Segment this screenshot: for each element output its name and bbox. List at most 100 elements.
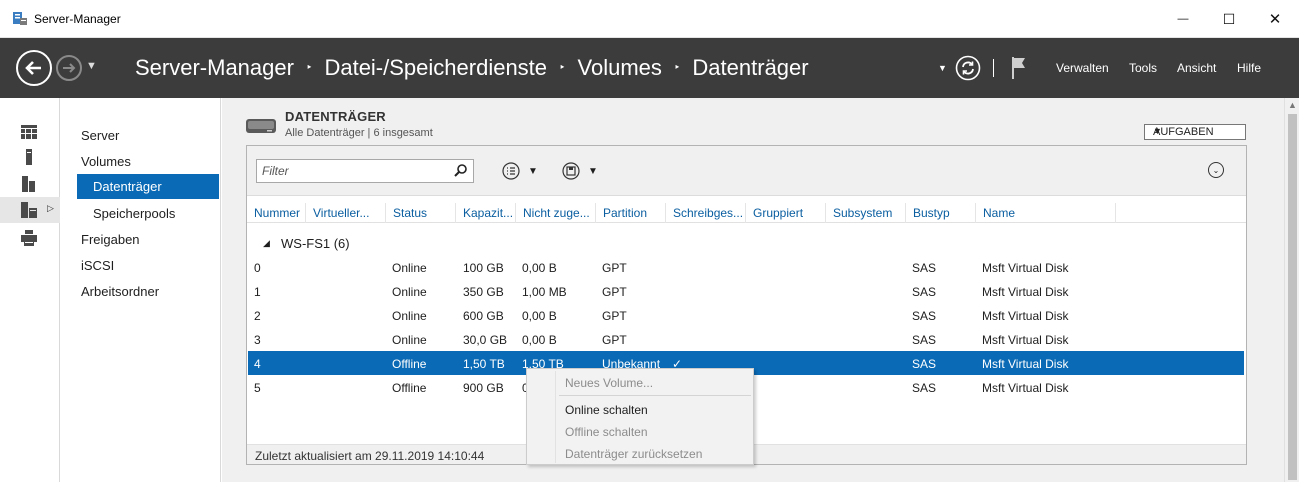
cell-capacity: 900 GB [463, 381, 504, 395]
cell-status: Online [392, 309, 427, 323]
cell-name: Msft Virtual Disk [982, 309, 1069, 323]
vertical-scrollbar[interactable]: ▲ [1284, 98, 1299, 482]
cell-number: 3 [254, 333, 261, 347]
history-dropdown-icon[interactable]: ▼ [86, 60, 97, 72]
context-menu: Neues Volume... Online schalten Offline … [526, 368, 754, 465]
cell-unallocated: 0,00 B [522, 333, 557, 347]
chevron-down-icon: ▼ [1153, 126, 1162, 136]
local-server-icon [26, 149, 32, 165]
breadcrumb: Server-Manager ‣ Datei-/Speicherdienste … [135, 55, 809, 81]
refresh-icon[interactable] [955, 55, 981, 81]
chevron-down-icon: ▼ [528, 165, 538, 177]
column-header-partition[interactable]: Partition [596, 203, 666, 223]
column-header-unallocated[interactable]: Nicht zuge... [516, 203, 596, 223]
cell-bustype: SAS [912, 381, 937, 395]
expand-arrow-icon: ▷ [47, 203, 54, 213]
tasks-dropdown-button[interactable]: AUFGABEN ▼ [1144, 124, 1246, 140]
filter-input[interactable] [262, 164, 452, 178]
cell-status: Online [392, 333, 427, 347]
cell-status: Offline [392, 381, 427, 395]
forward-icon [63, 63, 76, 73]
nav-item-disks-label: Datenträger [93, 179, 162, 194]
column-header-status[interactable]: Status [386, 203, 456, 223]
minimize-button[interactable]: — [1160, 0, 1206, 38]
nav-item-disks[interactable]: Datenträger [77, 174, 219, 199]
column-header-capacity[interactable]: Kapazit... [456, 203, 516, 223]
close-button[interactable]: ✕ [1252, 0, 1298, 38]
chevron-down-icon: ⌄ [1212, 165, 1220, 175]
cell-status: Offline [392, 357, 427, 371]
column-header-readonly[interactable]: Schreibges... [666, 203, 746, 223]
back-icon [25, 61, 41, 75]
nav-item-shares[interactable]: Freigaben [81, 232, 140, 247]
title-bar: Server-Manager — ☐ ✕ [0, 0, 1299, 38]
breadcrumb-item-server-manager[interactable]: Server-Manager [135, 55, 294, 81]
nav-item-storage-pools[interactable]: Speicherpools [93, 206, 175, 221]
menu-item-bring-online[interactable]: Online schalten [565, 403, 648, 417]
table-row[interactable]: 0 Online 100 GB 0,00 B GPT SAS Msft Virt… [248, 255, 1244, 279]
collapse-triangle-icon: ◢ [263, 238, 270, 248]
column-header-clustered[interactable]: Gruppiert [746, 203, 826, 223]
cell-bustype: SAS [912, 261, 937, 275]
column-header-name[interactable]: Name [976, 203, 1116, 223]
icon-rail: ▷ [0, 98, 60, 482]
rail-item-dashboard[interactable] [0, 119, 60, 145]
cell-unallocated: 0,00 B [522, 261, 557, 275]
back-button[interactable] [16, 50, 52, 86]
rail-item-local-server[interactable] [0, 144, 60, 170]
nav-item-server[interactable]: Server [81, 128, 119, 143]
header-icons: ▼ [938, 54, 1028, 82]
breadcrumb-item-volumes[interactable]: Volumes [578, 55, 662, 81]
nav-item-iscsi[interactable]: iSCSI [81, 258, 114, 273]
scrollbar-thumb[interactable] [1288, 114, 1297, 480]
table-row[interactable]: 3 Online 30,0 GB 0,00 B GPT SAS Msft Vir… [248, 327, 1244, 351]
menu-separator [559, 395, 751, 396]
filter-box[interactable] [256, 159, 474, 183]
flag-icon[interactable] [1010, 55, 1028, 81]
scroll-up-icon[interactable]: ▲ [1288, 100, 1297, 110]
tile-title: DATENTRÄGER [285, 109, 386, 124]
column-header-number[interactable]: Nummer [247, 203, 306, 223]
table-row[interactable]: 2 Online 600 GB 0,00 B GPT SAS Msft Virt… [248, 303, 1244, 327]
dashboard-icon [21, 125, 37, 139]
navigation-panel: Server Volumes Datenträger Speicherpools… [61, 98, 221, 482]
rail-item-print-services[interactable] [0, 225, 60, 251]
breadcrumb-item-file-storage[interactable]: Datei-/Speicherdienste [324, 55, 547, 81]
cell-capacity: 1,50 TB [463, 357, 505, 371]
expand-collapse-button[interactable]: ⌄ [1208, 162, 1224, 178]
cell-unallocated: 1,00 MB [522, 285, 567, 299]
cell-name: Msft Virtual Disk [982, 285, 1069, 299]
column-header-row: Nummer Virtueller... Status Kapazit... N… [247, 203, 1246, 223]
forward-button[interactable] [56, 55, 82, 81]
menu-item-new-volume[interactable]: Neues Volume... [565, 376, 653, 390]
column-header-subsystem[interactable]: Subsystem [826, 203, 906, 223]
window-title: Server-Manager [34, 12, 121, 26]
menu-item-take-offline[interactable]: Offline schalten [565, 425, 648, 439]
last-updated-text: Zuletzt aktualisiert am 29.11.2019 14:10… [255, 449, 485, 463]
maximize-button[interactable]: ☐ [1206, 0, 1252, 38]
save-query-button[interactable]: ▼ [562, 162, 598, 180]
menu-tools[interactable]: Tools [1129, 61, 1157, 75]
nav-item-work-folders[interactable]: Arbeitsordner [81, 284, 159, 299]
rail-item-all-servers[interactable] [0, 171, 60, 197]
table-row[interactable]: 1 Online 350 GB 1,00 MB GPT SAS Msft Vir… [248, 279, 1244, 303]
cell-name: Msft Virtual Disk [982, 261, 1069, 275]
rail-item-file-storage[interactable]: ▷ [0, 197, 60, 223]
server-manager-app-icon [13, 12, 27, 25]
menu-view[interactable]: Ansicht [1177, 61, 1216, 75]
breadcrumb-separator-icon: ‣ [305, 61, 313, 74]
menu-help[interactable]: Hilfe [1237, 61, 1261, 75]
refresh-dropdown-icon[interactable]: ▼ [938, 63, 947, 73]
cell-number: 2 [254, 309, 261, 323]
column-header-bustype[interactable]: Bustyp [906, 203, 976, 223]
menu-item-reset-disk[interactable]: Datenträger zurücksetzen [565, 447, 702, 461]
maximize-icon: ☐ [1222, 10, 1236, 27]
cell-bustype: SAS [912, 357, 937, 371]
cell-bustype: SAS [912, 309, 937, 323]
column-header-virtual[interactable]: Virtueller... [306, 203, 386, 223]
list-options-button[interactable]: ▼ [502, 162, 538, 180]
menu-manage[interactable]: Verwalten [1056, 61, 1109, 75]
breadcrumb-separator-icon: ‣ [673, 61, 681, 74]
nav-item-volumes[interactable]: Volumes [81, 154, 131, 169]
search-icon[interactable] [454, 163, 468, 177]
